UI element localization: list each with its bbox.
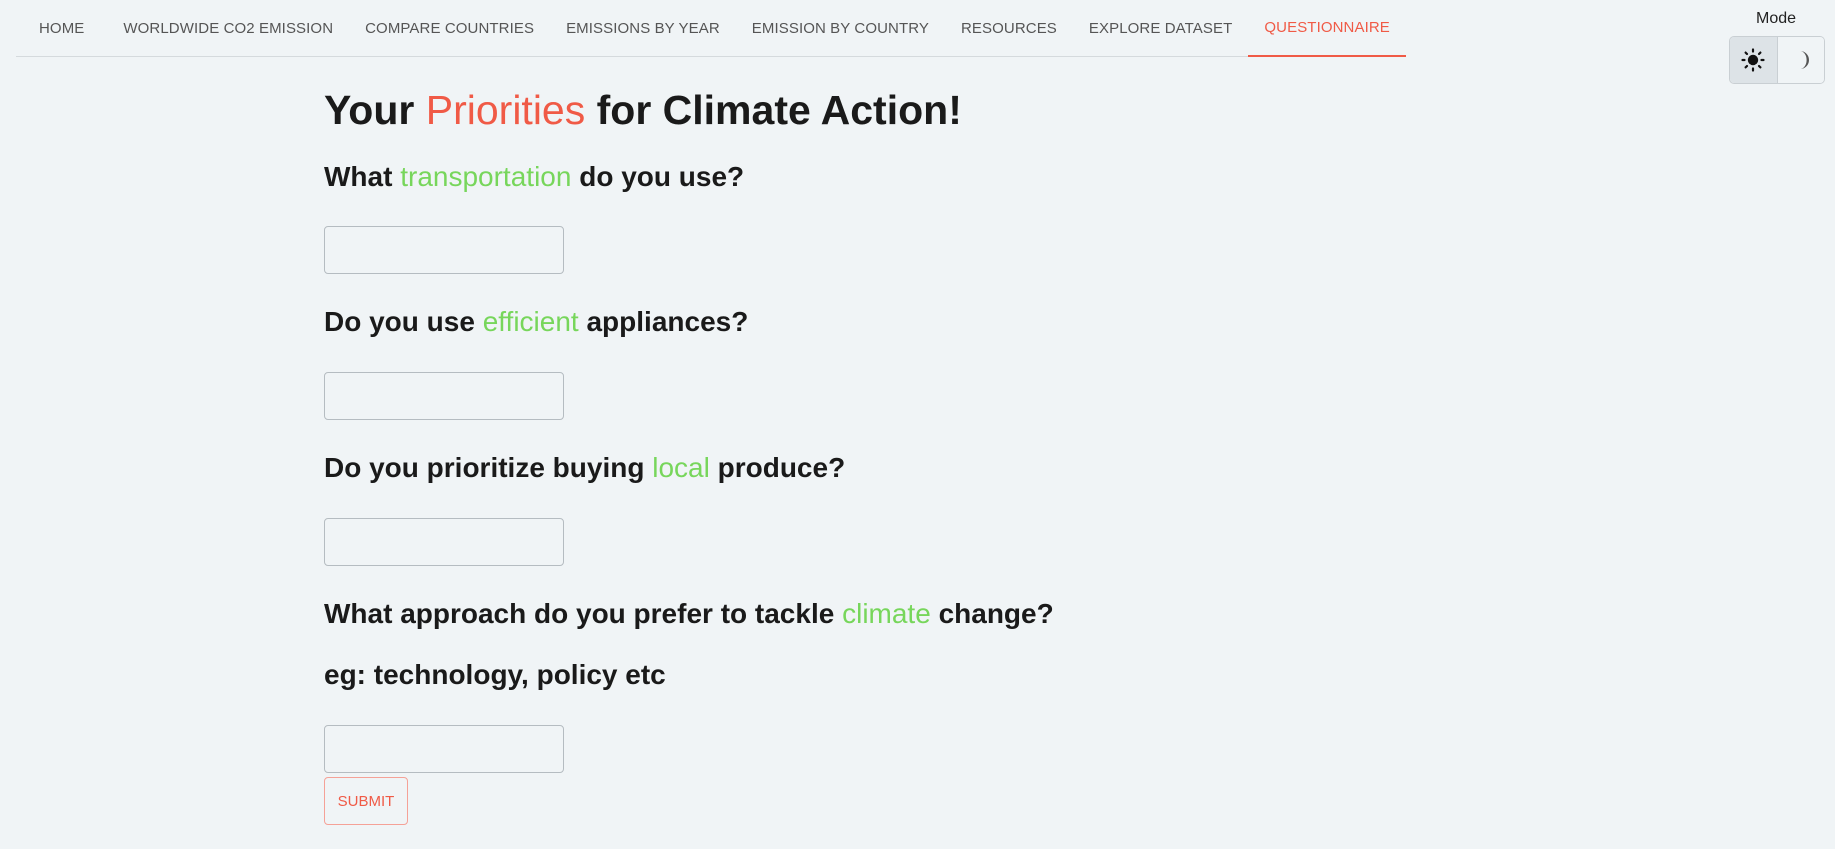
transportation-input[interactable] bbox=[324, 226, 564, 274]
question-text-start: Do you prioritize buying bbox=[324, 452, 653, 483]
question-accent: transportation bbox=[400, 161, 572, 192]
climate-approach-input[interactable] bbox=[324, 725, 564, 773]
mode-toggle-group bbox=[1729, 36, 1825, 84]
moon-icon bbox=[1799, 51, 1809, 69]
nav-worldwide-co2-emission[interactable]: WORLDWIDE CO2 EMISSION bbox=[107, 0, 349, 56]
nav-compare-countries[interactable]: COMPARE COUNTRIES bbox=[349, 0, 550, 56]
question-hint: eg: technology, policy etc bbox=[324, 659, 666, 690]
nav-questionnaire[interactable]: QUESTIONNAIRE bbox=[1248, 0, 1406, 57]
submit-button[interactable]: SUBMIT bbox=[324, 777, 408, 825]
question-local-produce: Do you prioritize buying local produce? bbox=[324, 451, 845, 485]
question-text-end: do you use? bbox=[571, 161, 745, 192]
nav-explore-dataset[interactable]: EXPLORE DATASET bbox=[1073, 0, 1248, 56]
local-produce-input[interactable] bbox=[324, 518, 564, 566]
page-title: Your Priorities for Climate Action! bbox=[324, 86, 962, 134]
question-transportation: What transportation do you use? bbox=[324, 160, 744, 194]
dark-mode-button[interactable] bbox=[1777, 37, 1824, 83]
title-text-start: Your bbox=[324, 87, 426, 133]
nav-resources[interactable]: RESOURCES bbox=[945, 0, 1073, 56]
question-climate-approach: What approach do you prefer to tackle cl… bbox=[324, 597, 1054, 631]
mode-switcher: Mode bbox=[1728, 10, 1825, 84]
question-accent: local bbox=[652, 452, 710, 483]
title-accent: Priorities bbox=[425, 87, 586, 133]
question-appliances: Do you use efficient appliances? bbox=[324, 305, 748, 339]
sun-icon bbox=[1741, 48, 1765, 72]
mode-label: Mode bbox=[1755, 10, 1797, 27]
top-navbar: HOME WORLDWIDE CO2 EMISSION COMPARE COUN… bbox=[16, 0, 1406, 57]
question-text-end: produce? bbox=[709, 452, 846, 483]
title-text-end: for Climate Action! bbox=[585, 87, 962, 133]
appliances-input[interactable] bbox=[324, 372, 564, 420]
question-text-end: change? bbox=[930, 598, 1054, 629]
question-text-start: What approach do you prefer to tackle bbox=[324, 598, 843, 629]
question-accent: climate bbox=[842, 598, 931, 629]
nav-emission-by-country[interactable]: EMISSION BY COUNTRY bbox=[736, 0, 945, 56]
nav-home[interactable]: HOME bbox=[16, 0, 107, 56]
nav-emissions-by-year[interactable]: EMISSIONS BY YEAR bbox=[550, 0, 736, 56]
question-text-end: appliances? bbox=[578, 306, 749, 337]
question-text-start: What bbox=[324, 161, 401, 192]
question-text-start: Do you use bbox=[324, 306, 483, 337]
question-accent: efficient bbox=[482, 306, 579, 337]
light-mode-button[interactable] bbox=[1730, 37, 1778, 83]
